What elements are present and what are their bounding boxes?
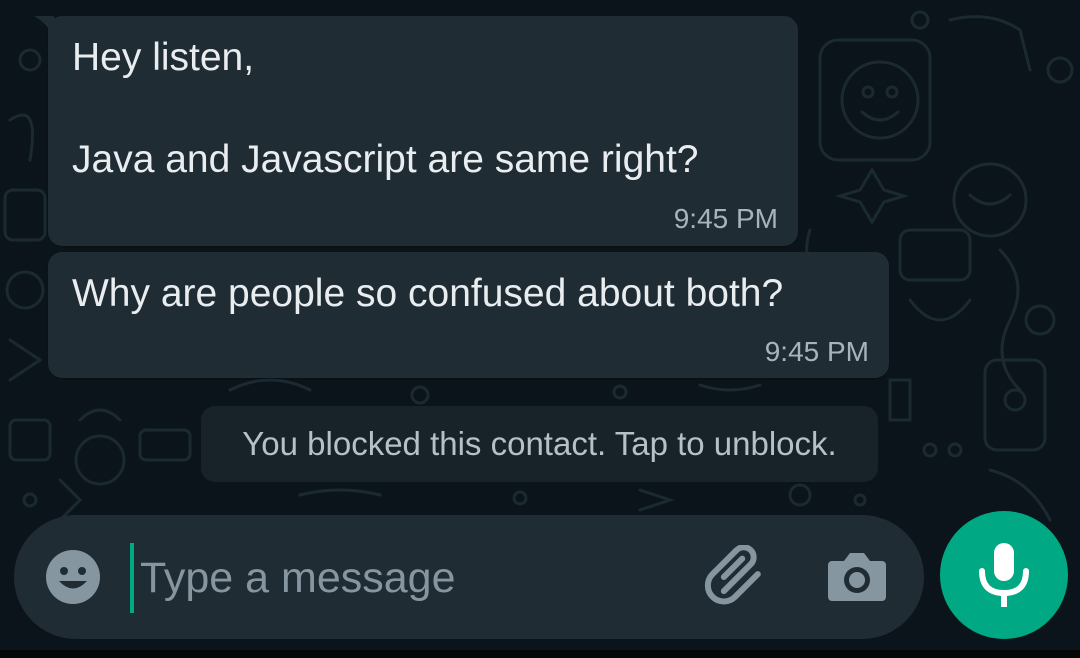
message-line: Why are people so confused about both? (72, 272, 784, 315)
attach-button[interactable] (704, 544, 772, 609)
blocked-contact-notice-text: You blocked this contact. Tap to unblock… (242, 425, 837, 462)
message-input[interactable] (130, 543, 700, 613)
message-bubble[interactable]: Hey listen, Java and Javascript are same… (48, 16, 798, 246)
message-line: Java and Javascript are same right? (72, 138, 699, 181)
blocked-contact-notice[interactable]: You blocked this contact. Tap to unblock… (201, 406, 878, 482)
emoji-icon (46, 550, 100, 604)
message-timestamp: 9:45 PM (764, 336, 869, 367)
message-bubble[interactable]: Why are people so confused about both? 9… (48, 252, 889, 378)
camera-icon (828, 553, 886, 601)
emoji-button[interactable] (44, 548, 102, 606)
message-timestamp: 9:45 PM (673, 203, 778, 234)
message-composer (14, 515, 924, 639)
paperclip-icon (704, 544, 761, 605)
message-line: Hey listen, (72, 36, 255, 79)
camera-button[interactable] (826, 547, 888, 605)
bubble-tail (34, 16, 54, 38)
bottom-edge (0, 650, 1080, 658)
voice-message-button[interactable] (940, 511, 1068, 639)
microphone-icon (979, 543, 1029, 607)
